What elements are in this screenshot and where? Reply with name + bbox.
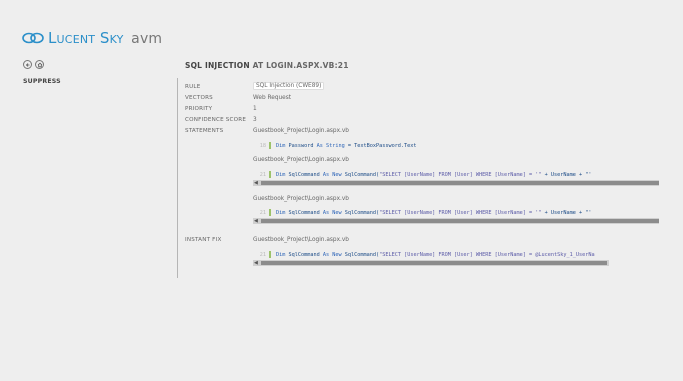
confidence-label: CONFIDENCE SCORE: [185, 117, 247, 123]
home-icon: [37, 62, 42, 67]
code-marker: [269, 209, 271, 216]
line-number: 18: [259, 143, 266, 149]
priority-value: 1: [253, 106, 257, 112]
statement-file: Guestbook_Project\Login.aspx.vb: [253, 157, 349, 163]
rule-label: RULE: [185, 84, 201, 90]
code-line: 21 Dim SqlCommand As New SqlCommand("SELE…: [253, 251, 595, 259]
logo-text: Lucent Sky avm: [48, 29, 162, 47]
scroll-thumb[interactable]: [261, 261, 607, 265]
home-button[interactable]: [35, 60, 44, 69]
suppress-link[interactable]: SUPPRESS: [23, 78, 61, 85]
code-block: 21 Dim SqlCommand As New SqlCommand("SELE…: [253, 171, 659, 186]
code-line: 21 Dim SqlCommand As New SqlCommand("SELE…: [253, 209, 591, 217]
issue-location: AT LOGIN.ASPX.VB:21: [252, 61, 349, 70]
instant-fix-label: INSTANT FIX: [185, 237, 222, 243]
rule-value: SQL Injection (CWE89): [253, 82, 325, 90]
line-number: 21: [259, 252, 266, 258]
code-line: 18 Dim Password As String = TextBoxPasswo…: [253, 142, 417, 150]
horizontal-scrollbar[interactable]: ◀: [253, 260, 609, 266]
logo-avm: avm: [131, 31, 163, 47]
scroll-left-icon[interactable]: ◀: [254, 180, 258, 186]
scroll-thumb[interactable]: [261, 219, 659, 223]
fix-file: Guestbook_Project\Login.aspx.vb: [253, 237, 349, 243]
scroll-left-icon[interactable]: ◀: [254, 218, 258, 224]
arrow-left-icon: [25, 62, 29, 67]
back-button[interactable]: [23, 60, 32, 69]
scroll-thumb[interactable]: [261, 181, 659, 185]
priority-label: PRIORITY: [185, 106, 213, 112]
statements-label: STATEMENTS: [185, 128, 224, 134]
line-number: 21: [259, 210, 266, 216]
vectors-label: VECTORS: [185, 95, 213, 101]
scroll-left-icon[interactable]: ◀: [254, 260, 258, 266]
app-logo: Lucent Sky avm: [22, 29, 162, 47]
nav-icons: [23, 60, 44, 69]
code-marker: [269, 142, 271, 149]
vectors-value: Web Request: [253, 95, 292, 101]
code-block: 18 Dim Password As String = TextBoxPasswo…: [253, 142, 659, 152]
line-number: 21: [259, 172, 266, 178]
code-line: 21 Dim SqlCommand As New SqlCommand("SELE…: [253, 171, 591, 179]
confidence-value: 3: [253, 117, 257, 123]
page-title: SQL INJECTION AT LOGIN.ASPX.VB:21: [185, 61, 349, 70]
logo-lucent: Lucent: [48, 29, 96, 47]
code-marker: [269, 171, 271, 178]
logo-sky: Sky: [99, 29, 124, 47]
issue-title: SQL INJECTION: [185, 61, 250, 70]
code-block: 21 Dim SqlCommand As New SqlCommand("SELE…: [253, 209, 659, 224]
horizontal-scrollbar[interactable]: ◀: [253, 218, 659, 224]
code-marker: [269, 251, 271, 258]
horizontal-scrollbar[interactable]: ◀: [253, 180, 659, 186]
statement-file: Guestbook_Project\Login.aspx.vb: [253, 196, 349, 202]
statement-file: Guestbook_Project\Login.aspx.vb: [253, 128, 349, 134]
lucent-sky-logo-icon: [22, 32, 44, 44]
rule-badge: SQL Injection (CWE89): [253, 82, 325, 90]
vertical-divider: [177, 78, 178, 278]
fix-code-block: 21 Dim SqlCommand As New SqlCommand("SELE…: [253, 251, 659, 266]
